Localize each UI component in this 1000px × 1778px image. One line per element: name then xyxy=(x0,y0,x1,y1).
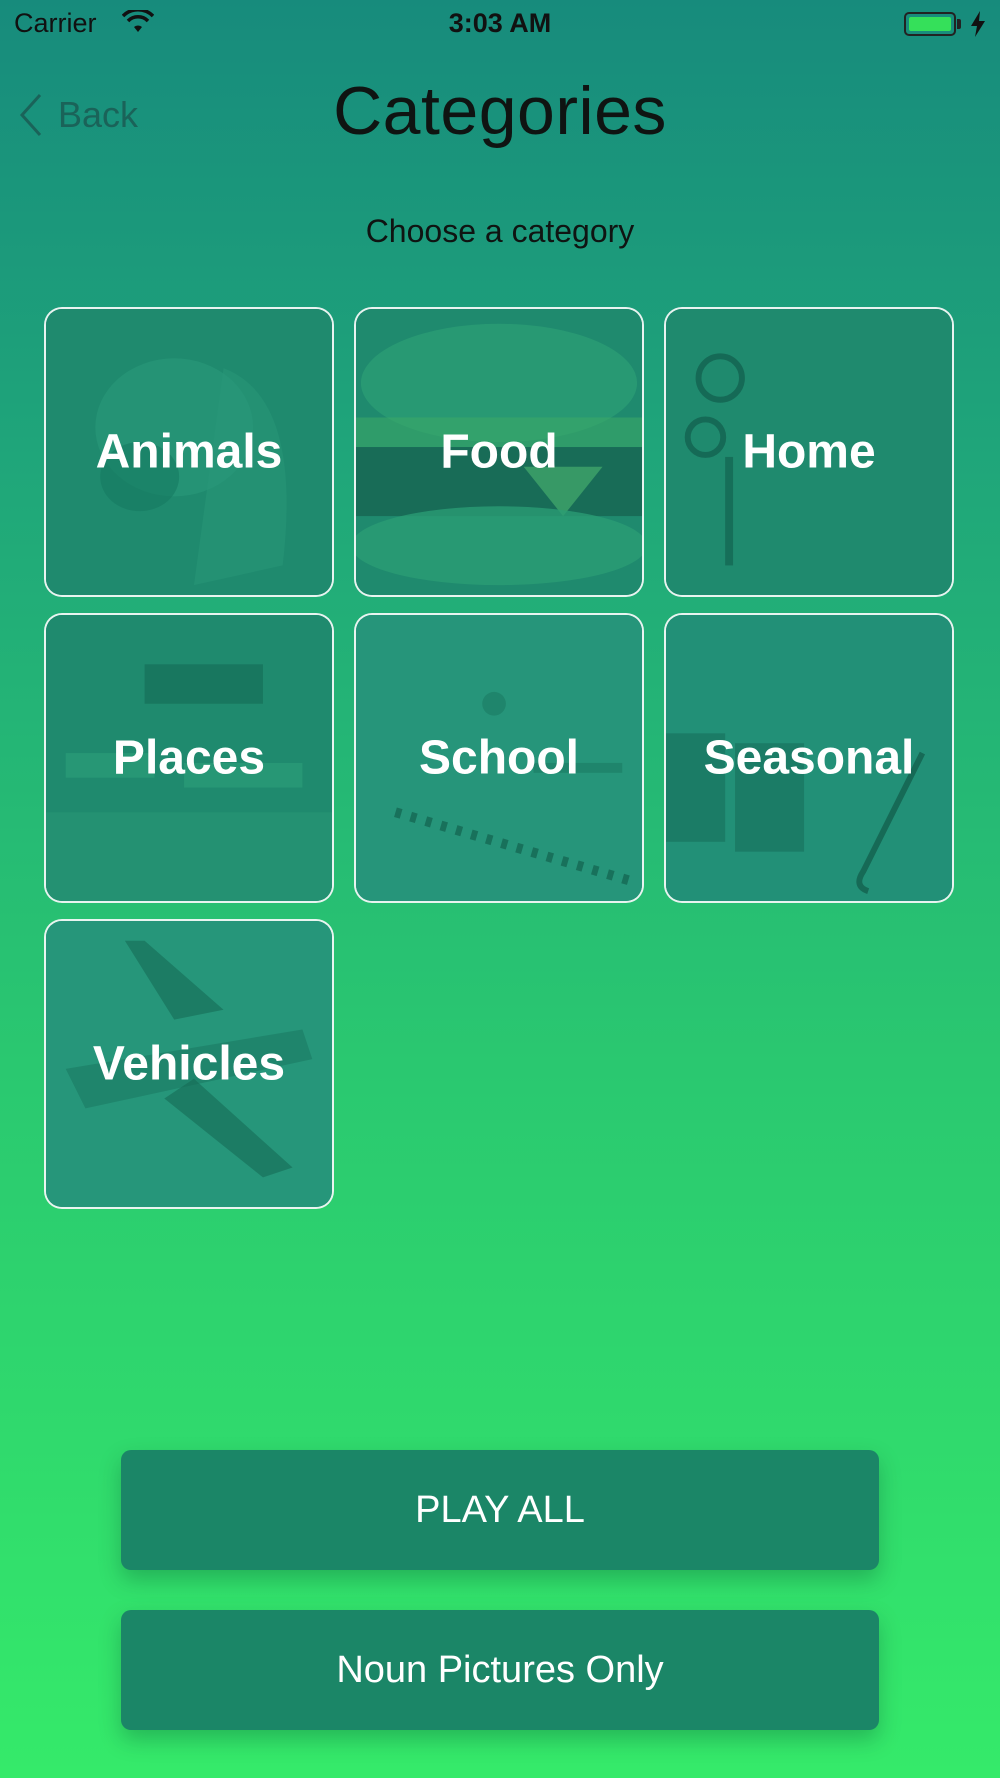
category-tile-animals[interactable]: Animals xyxy=(44,307,334,597)
category-tile-places[interactable]: Places xyxy=(44,613,334,903)
battery-icon xyxy=(904,12,956,36)
category-tile-food[interactable]: Food xyxy=(354,307,644,597)
tile-label: Food xyxy=(440,425,558,479)
tile-label: Home xyxy=(742,425,876,479)
tile-label: Animals xyxy=(95,425,283,479)
category-tile-school[interactable]: School xyxy=(354,613,644,903)
category-tile-seasonal[interactable]: Seasonal xyxy=(664,613,954,903)
charging-bolt-icon xyxy=(971,11,985,37)
status-time: 3:03 AM xyxy=(448,8,552,38)
tile-label: Places xyxy=(112,731,266,785)
tile-label: School xyxy=(418,731,579,785)
battery-cap xyxy=(957,19,961,29)
status-bar: Carrier 3:03 AM xyxy=(0,0,1000,50)
play-all-button[interactable]: PLAY ALL xyxy=(121,1450,879,1570)
noun-pictures-only-button[interactable]: Noun Pictures Only xyxy=(121,1610,879,1730)
category-tile-vehicles[interactable]: Vehicles xyxy=(44,919,334,1209)
tile-label: Seasonal xyxy=(703,731,915,785)
category-tile-home[interactable]: Home xyxy=(664,307,954,597)
page-title: Categories xyxy=(333,73,667,149)
page-subtitle: Choose a category xyxy=(365,213,635,249)
tile-label: Vehicles xyxy=(92,1037,286,1091)
